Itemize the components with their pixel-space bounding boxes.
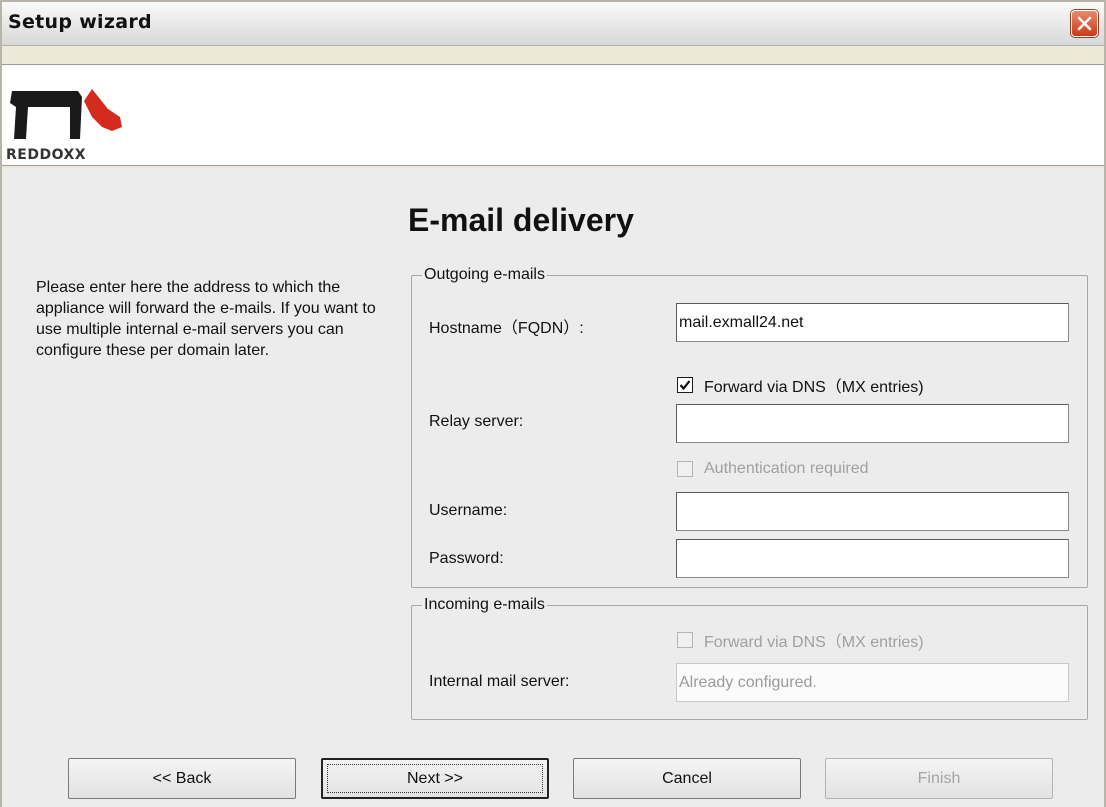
hostname-label: Hostname（FQDN）: [429, 320, 584, 337]
next-button[interactable]: Next >> [321, 758, 549, 799]
internal-mail-server-label: Internal mail server: [429, 673, 570, 690]
incoming-forward-dns-checkbox[interactable]: Forward via DNS（MX entries) [677, 628, 924, 652]
username-input[interactable] [676, 492, 1069, 531]
outgoing-emails-legend: Outgoing e-mails [424, 266, 545, 283]
incoming-emails-legend: Incoming e-mails [424, 596, 545, 613]
authentication-required-checkbox[interactable]: Authentication required [677, 460, 869, 478]
forward-dns-label: Forward via DNS（MX entries) [704, 379, 924, 396]
internal-mail-server-input[interactable]: Already configured. [676, 663, 1069, 702]
password-input[interactable] [676, 539, 1069, 578]
hostname-input[interactable]: mail.exmall24.net [676, 303, 1069, 342]
page-title: E-mail delivery [408, 202, 634, 238]
help-text: Please enter here the address to which t… [36, 279, 376, 359]
logo-text: REDDOXX [6, 147, 87, 163]
finish-button[interactable]: Finish [825, 758, 1053, 799]
relay-server-input[interactable] [676, 404, 1069, 443]
close-icon [1077, 16, 1092, 31]
checkmark-icon [679, 380, 691, 391]
checkbox-box [677, 632, 693, 648]
close-button[interactable] [1071, 10, 1098, 37]
incoming-forward-dns-label: Forward via DNS（MX entries) [704, 634, 924, 651]
setup-wizard-window: Setup wizard REDDOXX E-mail delivery Ple… [0, 0, 1106, 807]
checkbox-box [677, 377, 693, 393]
reddoxx-logo-icon [10, 89, 122, 139]
window-title: Setup wizard [8, 11, 152, 33]
relay-server-label: Relay server: [429, 413, 524, 430]
brand-banner: REDDOXX [2, 64, 1104, 166]
forward-dns-checkbox[interactable]: Forward via DNS（MX entries) [677, 373, 924, 397]
password-label: Password: [429, 550, 504, 567]
username-label: Username: [429, 502, 508, 519]
title-bar: Setup wizard [2, 2, 1104, 46]
wizard-content: E-mail delivery Please enter here the ad… [2, 168, 1104, 807]
back-button[interactable]: << Back [68, 758, 296, 799]
cancel-button[interactable]: Cancel [573, 758, 801, 799]
checkbox-box [677, 461, 693, 477]
focus-rect [327, 764, 543, 793]
authentication-required-label: Authentication required [704, 460, 869, 477]
